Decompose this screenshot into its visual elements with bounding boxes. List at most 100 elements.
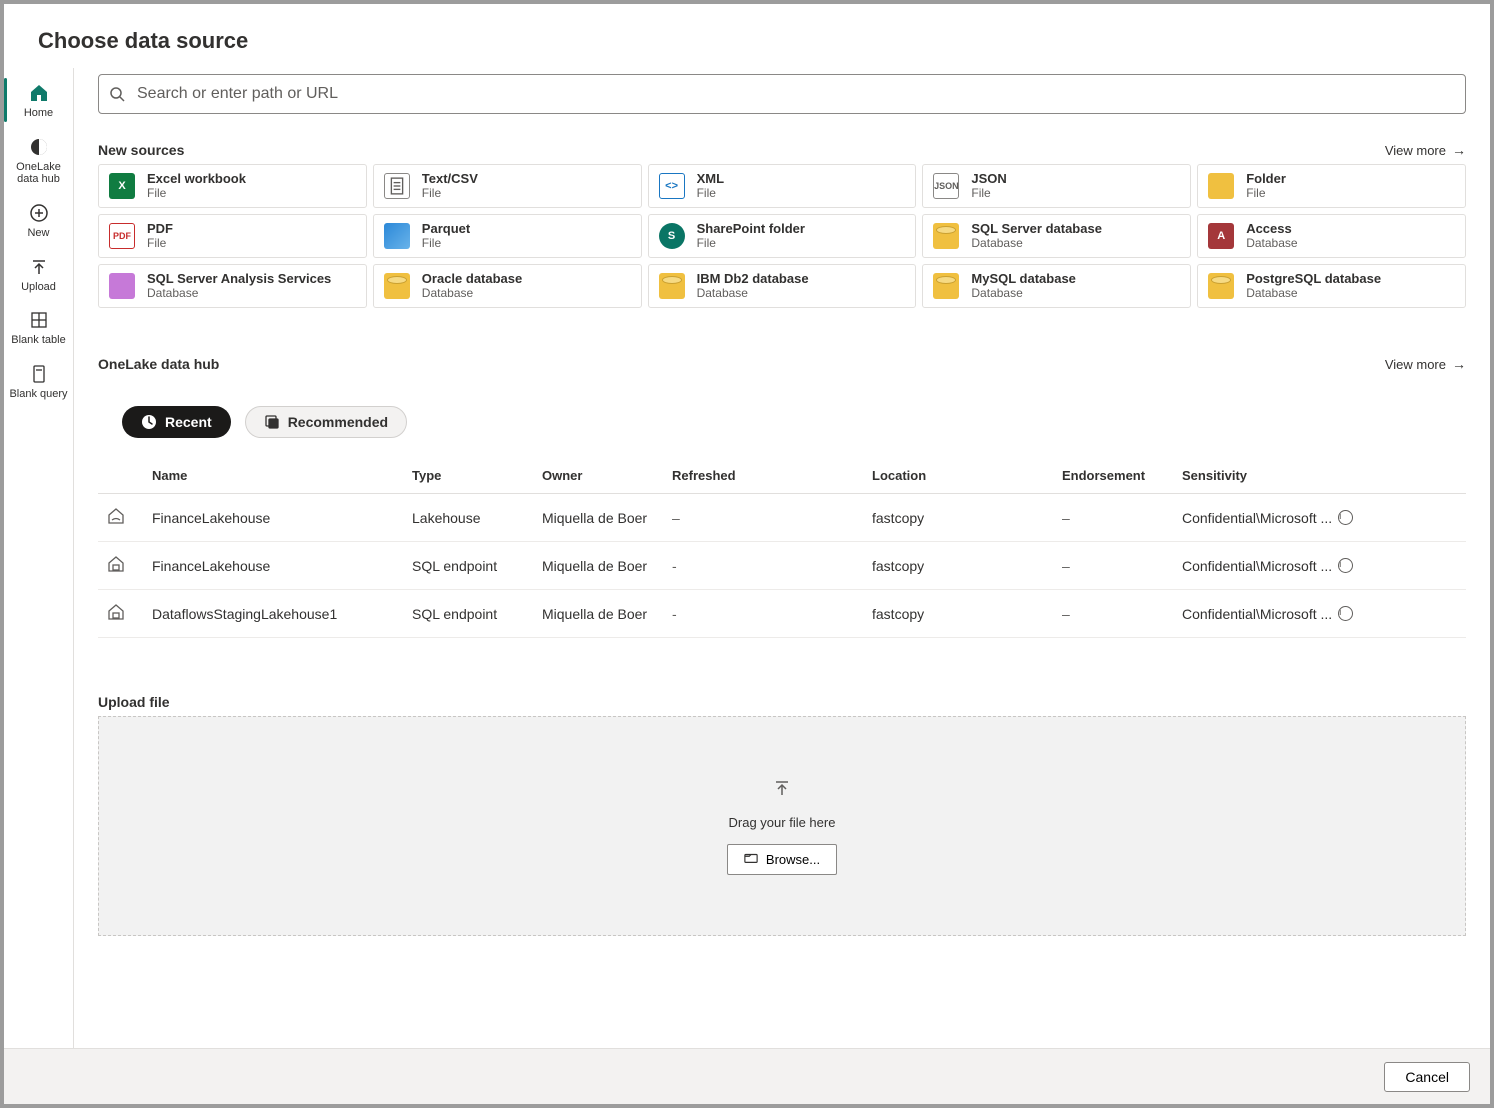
sidebar-item-home[interactable]: Home (4, 74, 73, 126)
source-pdf[interactable]: PDFPDFFile (98, 214, 367, 258)
sidebar-item-blanktable[interactable]: Blank table (4, 301, 73, 353)
cell-refreshed: – (664, 494, 864, 542)
column-header[interactable]: Refreshed (664, 458, 864, 494)
tab-recommended[interactable]: Recommended (245, 406, 407, 438)
source-oracle-database[interactable]: Oracle databaseDatabase (373, 264, 642, 308)
view-more-new-sources[interactable]: View more → (1385, 142, 1466, 158)
source-ibm-db2-database[interactable]: IBM Db2 databaseDatabase (648, 264, 917, 308)
cell-endorsement: – (1054, 494, 1174, 542)
lakehouse-icon (106, 506, 126, 526)
arrow-right-icon: → (1452, 356, 1466, 372)
source-subtitle: File (147, 237, 173, 251)
new-sources-heading: New sources (98, 142, 184, 158)
table-row[interactable]: FinanceLakehouse SQL endpoint Miquella d… (98, 542, 1466, 590)
cell-type: SQL endpoint (404, 590, 534, 638)
source-name: Oracle database (422, 272, 522, 287)
cancel-button[interactable]: Cancel (1384, 1062, 1470, 1092)
source-name: Excel workbook (147, 172, 246, 187)
source-xml[interactable]: <>XMLFile (648, 164, 917, 208)
upload-dropzone[interactable]: Drag your file here Browse... (98, 716, 1466, 936)
onelake-table: NameTypeOwnerRefreshedLocationEndorsemen… (98, 458, 1466, 638)
source-subtitle: Database (697, 287, 809, 301)
blanktable-icon (28, 309, 50, 331)
upload-heading: Upload file (98, 694, 170, 710)
upload-icon (28, 256, 50, 278)
source-name: IBM Db2 database (697, 272, 809, 287)
source-subtitle: Database (971, 237, 1102, 251)
source-json[interactable]: JSONJSONFile (922, 164, 1191, 208)
source-name: PDF (147, 222, 173, 237)
clock-icon (141, 414, 157, 430)
endpoint-icon (106, 602, 126, 622)
cell-sensitivity: Confidential\Microsoft ...i (1174, 494, 1466, 542)
source-folder[interactable]: FolderFile (1197, 164, 1466, 208)
onelake-heading: OneLake data hub (98, 356, 219, 372)
column-header[interactable]: Name (144, 458, 404, 494)
source-parquet[interactable]: ParquetFile (373, 214, 642, 258)
sidebar-item-upload[interactable]: Upload (4, 248, 73, 300)
cell-sensitivity: Confidential\Microsoft ...i (1174, 542, 1466, 590)
cell-name: DataflowsStagingLakehouse1 (144, 590, 404, 638)
column-header[interactable]: Type (404, 458, 534, 494)
search-icon (109, 86, 129, 102)
source-sharepoint-folder[interactable]: SSharePoint folderFile (648, 214, 917, 258)
sidebar-item-label: Blank table (11, 334, 65, 347)
source-subtitle: File (697, 187, 724, 201)
source-subtitle: Database (1246, 237, 1297, 251)
main-content: New sources View more → XExcel workbookF… (74, 68, 1490, 1048)
onelake-icon (28, 136, 50, 158)
source-subtitle: File (422, 187, 478, 201)
source-grid: XExcel workbookFileText/CSVFile<>XMLFile… (98, 164, 1466, 308)
sidebar-item-label: New (27, 227, 49, 240)
source-name: PostgreSQL database (1246, 272, 1381, 287)
sidebar-item-label: Blank query (9, 388, 67, 401)
sidebar-item-new[interactable]: New (4, 194, 73, 246)
source-subtitle: File (971, 187, 1006, 201)
column-header[interactable]: Location (864, 458, 1054, 494)
search-input-wrap[interactable] (98, 74, 1466, 114)
cell-endorsement: – (1054, 542, 1174, 590)
column-header[interactable]: Owner (534, 458, 664, 494)
source-name: Access (1246, 222, 1297, 237)
sidebar-item-onelake[interactable]: OneLakedata hub (4, 128, 73, 192)
cell-sensitivity: Confidential\Microsoft ...i (1174, 590, 1466, 638)
source-excel-workbook[interactable]: XExcel workbookFile (98, 164, 367, 208)
view-more-onelake[interactable]: View more → (1385, 356, 1466, 372)
source-text-csv[interactable]: Text/CSVFile (373, 164, 642, 208)
folder-open-icon (744, 851, 758, 868)
table-row[interactable]: FinanceLakehouse Lakehouse Miquella de B… (98, 494, 1466, 542)
sidebar-item-blankquery[interactable]: Blank query (4, 355, 73, 407)
cell-location: fastcopy (864, 494, 1054, 542)
source-mysql-database[interactable]: MySQL databaseDatabase (922, 264, 1191, 308)
sidebar-item-label: Upload (21, 281, 56, 294)
source-access[interactable]: AAccessDatabase (1197, 214, 1466, 258)
sidebar: Home OneLakedata hub New Upload Blank table B… (4, 68, 74, 1048)
info-icon[interactable]: i (1338, 510, 1353, 525)
source-name: JSON (971, 172, 1006, 187)
search-input[interactable] (137, 85, 1455, 103)
sidebar-item-label: OneLakedata hub (16, 161, 61, 186)
recommended-icon (264, 414, 280, 430)
source-sql-server-analysis-services[interactable]: SQL Server Analysis ServicesDatabase (98, 264, 367, 308)
source-sql-server-database[interactable]: SQL Server databaseDatabase (922, 214, 1191, 258)
home-icon (28, 82, 50, 104)
table-row[interactable]: DataflowsStagingLakehouse1 SQL endpoint … (98, 590, 1466, 638)
info-icon[interactable]: i (1338, 606, 1353, 621)
new-icon (28, 202, 50, 224)
source-postgresql-database[interactable]: PostgreSQL databaseDatabase (1197, 264, 1466, 308)
tab-recent[interactable]: Recent (122, 406, 231, 438)
upload-hint: Drag your file here (729, 815, 836, 830)
source-subtitle: Database (1246, 287, 1381, 301)
cell-location: fastcopy (864, 590, 1054, 638)
cell-owner: Miquella de Boer (534, 590, 664, 638)
cell-name: FinanceLakehouse (144, 542, 404, 590)
sidebar-item-label: Home (24, 107, 53, 120)
source-subtitle: File (147, 187, 246, 201)
column-header[interactable]: Sensitivity (1174, 458, 1466, 494)
info-icon[interactable]: i (1338, 558, 1353, 573)
dialog-footer: Cancel (4, 1048, 1490, 1104)
column-header[interactable]: Endorsement (1054, 458, 1174, 494)
source-subtitle: File (1246, 187, 1286, 201)
browse-button[interactable]: Browse... (727, 844, 837, 875)
endpoint-icon (106, 554, 126, 574)
